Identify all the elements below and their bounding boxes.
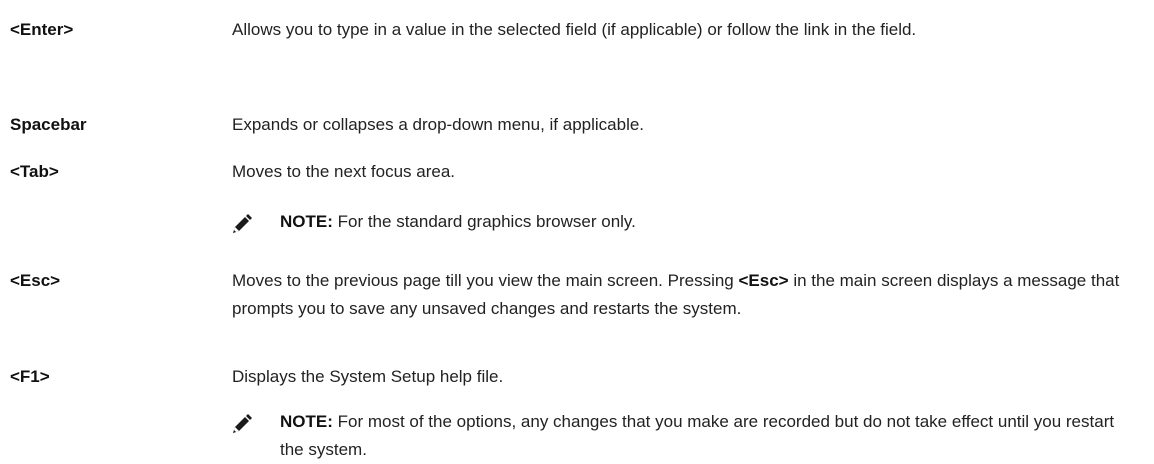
note-f1-text: NOTE: For most of the options, any chang… <box>280 408 1140 464</box>
note-body: For most of the options, any changes tha… <box>280 412 1115 459</box>
description-f1: Displays the System Setup help file. <box>232 367 504 386</box>
description-esc-key: <Esc> <box>738 271 789 290</box>
key-esc: <Esc> <box>10 271 61 290</box>
description-spacebar: Expands or collapses a drop-down menu, i… <box>232 115 645 134</box>
key-tab: <Tab> <box>10 162 59 181</box>
key-enter: <Enter> <box>10 20 74 39</box>
note-body: For the standard graphics browser only. <box>332 212 636 231</box>
pencil-note-icon <box>233 414 252 433</box>
key-f1: <F1> <box>10 367 50 386</box>
pencil-note-icon <box>233 214 252 233</box>
note-label: NOTE: <box>280 212 333 231</box>
description-esc-pre: Moves to the previous page till you view… <box>232 271 739 290</box>
note-label: NOTE: <box>280 412 333 431</box>
note-tab-text: NOTE: For the standard graphics browser … <box>280 208 1140 236</box>
description-esc: Moves to the previous page till you view… <box>232 267 1137 323</box>
description-enter: Allows you to type in a value in the sel… <box>232 20 917 39</box>
description-tab: Moves to the next focus area. <box>232 162 456 181</box>
key-spacebar: Spacebar <box>10 115 87 134</box>
